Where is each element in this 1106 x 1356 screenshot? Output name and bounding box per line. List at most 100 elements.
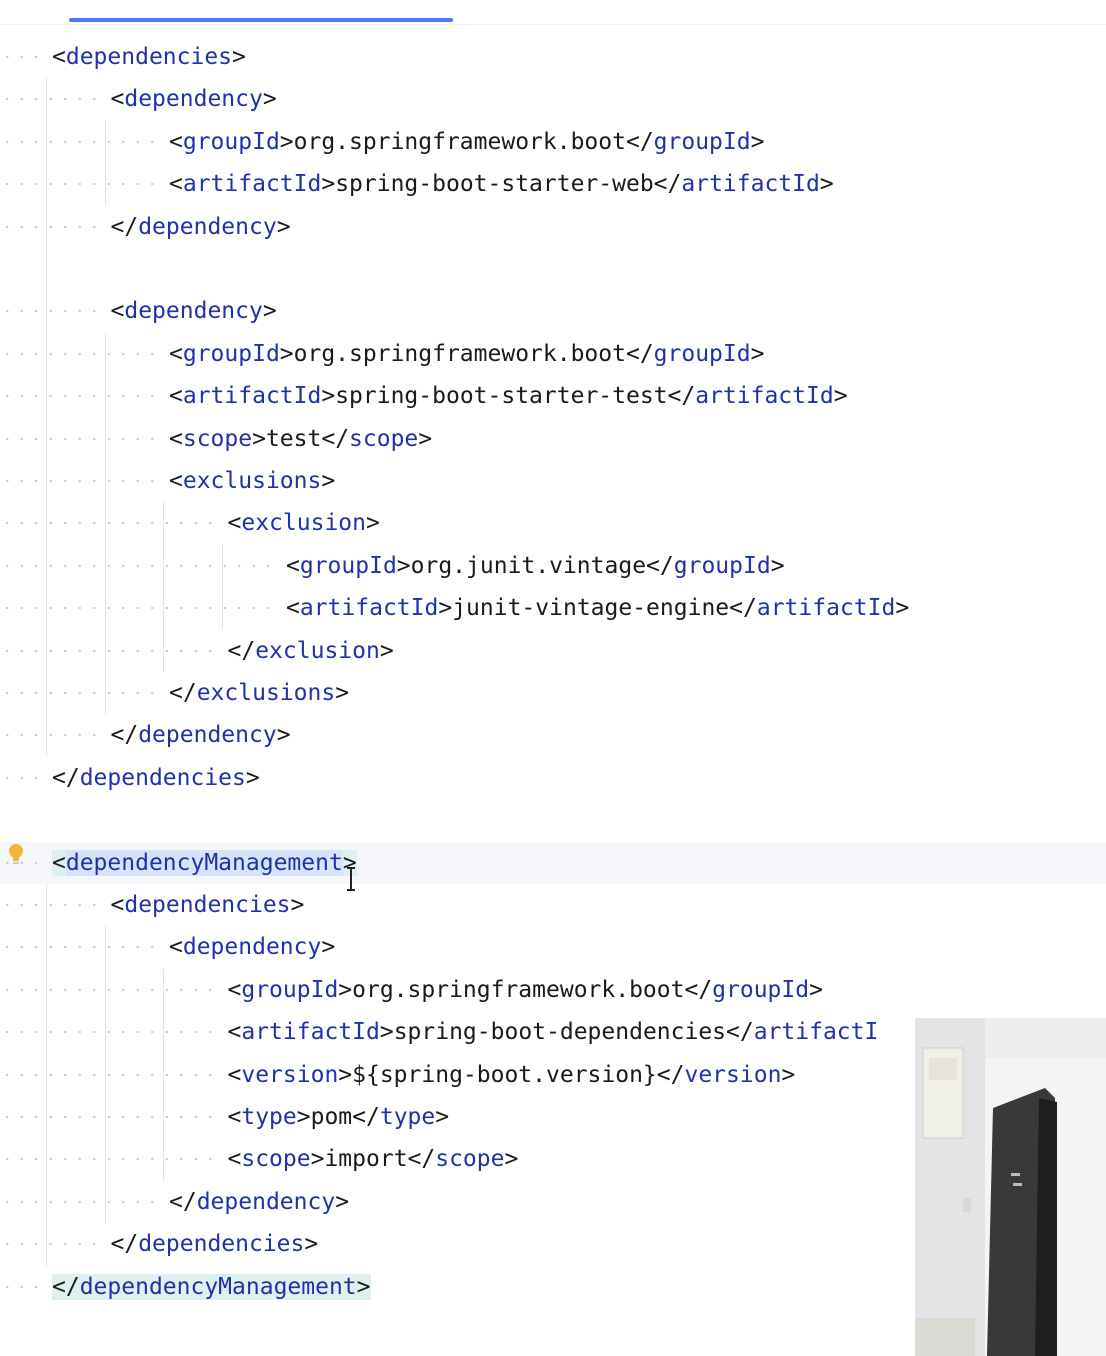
code-line[interactable]: <dependency> <box>0 926 1106 969</box>
xml-text: < <box>169 934 183 961</box>
xml-text: </ <box>110 722 139 749</box>
xml-text: < <box>227 976 242 1003</box>
xml-tag-name: dependencies <box>138 1231 305 1258</box>
whitespace-dots <box>0 1223 105 1266</box>
xml-tag-name: dependencies <box>79 764 246 791</box>
xml-text: < <box>110 892 125 918</box>
whitespace-dots <box>0 417 163 460</box>
xml-text: < <box>227 1146 242 1173</box>
xml-text: > <box>262 86 277 113</box>
code-text: <artifactId>spring-boot-starter-web</art… <box>169 163 834 205</box>
whitespace-dots <box>0 205 105 248</box>
xml-tag-name: dependency <box>124 86 263 113</box>
code-text: <dependencies> <box>111 884 305 926</box>
code-text: </dependencyManagement> <box>52 1266 371 1308</box>
code-line[interactable]: <dependencies> <box>0 36 1106 78</box>
xml-text: > <box>335 1188 350 1215</box>
code-text: </exclusion> <box>228 630 394 672</box>
code-text: <scope>test</scope> <box>169 418 432 460</box>
code-line[interactable]: </dependencies> <box>0 756 1106 799</box>
code-line[interactable]: <artifactId>junit-vintage-engine</artifa… <box>0 587 1106 630</box>
code-line[interactable]: <exclusion> <box>0 502 1106 545</box>
code-line[interactable]: <exclusions> <box>0 460 1106 502</box>
code-line[interactable]: <groupId>org.junit.vintage</groupId> <box>0 544 1106 587</box>
xml-text: </ <box>52 764 80 791</box>
code-line[interactable]: <artifactId>spring-boot-starter-web</art… <box>0 163 1106 206</box>
whitespace-dots <box>0 629 222 672</box>
code-text: <artifactId>spring-boot-starter-test</ar… <box>169 375 848 417</box>
xml-text: < <box>286 552 300 579</box>
whitespace-dots <box>0 756 46 799</box>
xml-text: < <box>110 298 125 325</box>
code-line[interactable]: <artifactId>spring-boot-starter-test</ar… <box>0 375 1106 418</box>
indent-guide <box>46 78 47 757</box>
whitespace-dots <box>0 36 46 78</box>
xml-text: > <box>504 1146 519 1173</box>
code-line[interactable]: <scope>test</scope> <box>0 417 1106 460</box>
code-text: </dependencies> <box>111 1223 319 1265</box>
xml-text: > <box>418 425 433 452</box>
xml-text: > <box>321 934 336 961</box>
xml-tag-name: groupId <box>241 976 339 1003</box>
code-text: </dependency> <box>111 714 291 756</box>
xml-tag-name: dependencyManagement <box>79 1273 357 1300</box>
indent-guide <box>46 884 47 1266</box>
code-line[interactable]: </dependency> <box>0 714 1106 757</box>
xml-text: < <box>169 128 183 155</box>
xml-tag-name: groupId <box>712 976 810 1003</box>
code-line[interactable]: <dependency> <box>0 78 1106 121</box>
code-line[interactable] <box>0 799 1106 841</box>
whitespace-dots <box>0 460 163 502</box>
code-line[interactable]: <groupId>org.springframework.boot</group… <box>0 968 1106 1011</box>
xml-text: >spring-boot-starter-web</ <box>321 171 682 198</box>
xml-text: > <box>781 1061 796 1088</box>
xml-text: < <box>227 1061 242 1088</box>
whitespace-dots <box>0 163 163 206</box>
code-text: </dependency> <box>111 206 291 248</box>
xml-tag-name: scope <box>182 425 253 452</box>
code-text: </dependency> <box>169 1181 349 1223</box>
code-line[interactable]: </dependency> <box>0 205 1106 248</box>
xml-text: >import</ <box>310 1146 436 1173</box>
whitespace-dots <box>0 926 163 969</box>
xml-text: > <box>232 44 246 70</box>
code-line[interactable] <box>0 248 1106 290</box>
whitespace-dots <box>0 1011 222 1054</box>
xml-text: >org.springframework.boot</ <box>279 340 654 367</box>
code-line[interactable]: <groupId>org.springframework.boot</group… <box>0 332 1106 375</box>
code-text: <version>${spring-boot.version}</version… <box>228 1054 796 1096</box>
code-line[interactable]: <dependency> <box>0 290 1106 333</box>
indent-guide <box>163 968 164 1181</box>
xml-tag-name: groupId <box>182 128 280 155</box>
code-text: <scope>import</scope> <box>228 1138 519 1180</box>
whitespace-dots <box>0 1265 46 1308</box>
xml-text: </ <box>169 1188 197 1215</box>
indent-guide <box>104 926 106 1224</box>
indent-guide <box>104 120 106 206</box>
code-line[interactable]: <groupId>org.springframework.boot</group… <box>0 120 1106 163</box>
xml-text: >spring-boot-starter-test</ <box>321 383 696 410</box>
code-text: </dependencies> <box>52 757 260 799</box>
xml-text: < <box>169 340 183 367</box>
code-line[interactable]: </exclusions> <box>0 672 1106 714</box>
xml-tag-name: artifactId <box>182 171 322 198</box>
xml-tag-name: dependency <box>138 722 277 749</box>
code-line[interactable]: <dependencyManagement> <box>0 841 1106 884</box>
code-text: <dependency> <box>111 78 277 120</box>
xml-text: >org.springframework.boot</ <box>338 976 713 1003</box>
xml-text: >spring-boot-dependencies</ <box>379 1019 754 1046</box>
xml-text: </ <box>110 213 139 240</box>
xml-text: > <box>770 552 785 579</box>
xml-text: </ <box>169 680 197 706</box>
xml-tag-name: type <box>379 1104 436 1130</box>
code-line[interactable]: <dependencies> <box>0 884 1106 926</box>
lightbulb-icon[interactable] <box>7 843 25 869</box>
xml-text: < <box>286 595 300 622</box>
xml-text: >org.junit.vintage</ <box>396 552 674 579</box>
xml-text: </ <box>110 1231 139 1258</box>
code-text: <artifactId>junit-vintage-engine</artifa… <box>286 587 909 629</box>
code-line[interactable]: </exclusion> <box>0 629 1106 672</box>
webcam-overlay <box>915 1018 1106 1356</box>
xml-text: < <box>169 468 183 494</box>
whitespace-dots <box>0 332 163 375</box>
